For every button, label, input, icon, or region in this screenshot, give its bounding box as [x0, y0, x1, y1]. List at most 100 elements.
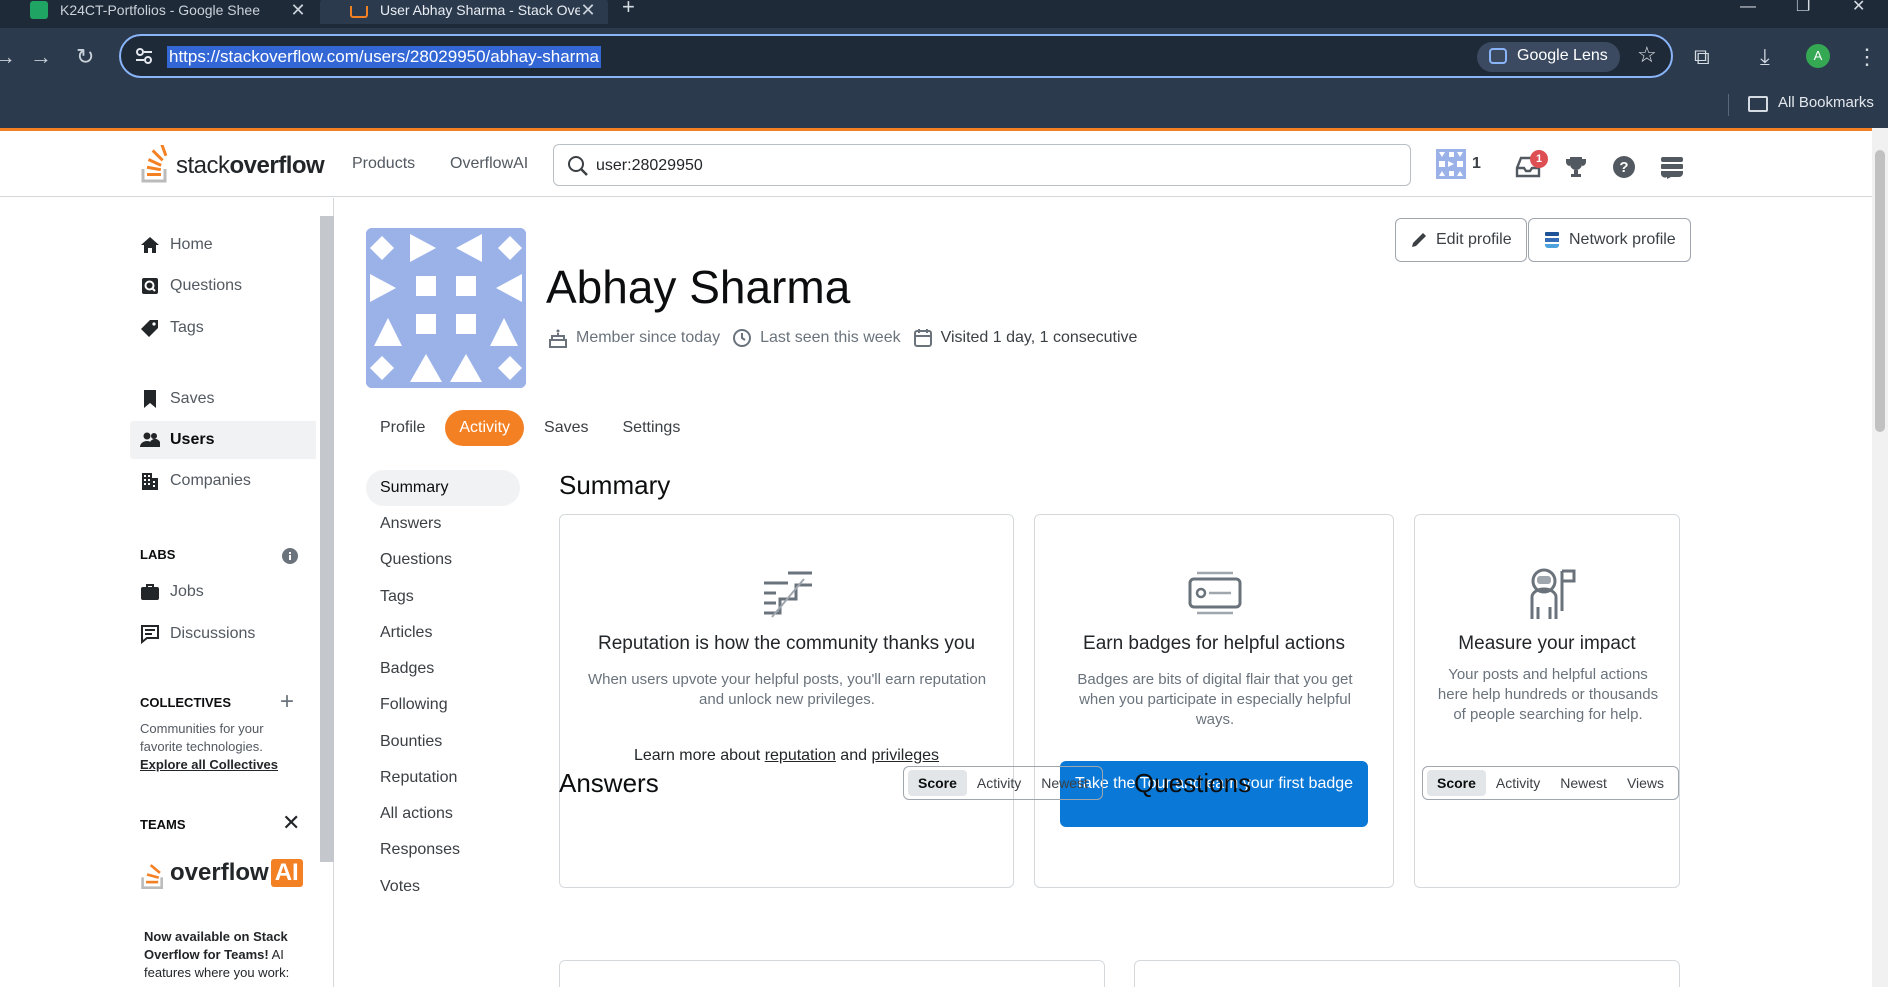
address-bar[interactable]: https://stackoverflow.com/users/28029950…: [119, 34, 1673, 78]
tag-icon: [141, 320, 158, 337]
reputation-count: 1: [1472, 155, 1481, 172]
reputation-card: Reputation is how the community thanks y…: [559, 514, 1014, 888]
all-bookmarks-link[interactable]: All Bookmarks: [1778, 94, 1874, 111]
tab-saves[interactable]: Saves: [530, 410, 602, 446]
sidebar-item-home[interactable]: Home: [130, 226, 316, 264]
stackoverflow-logo-icon: [141, 864, 163, 890]
sidebar-item-discussions[interactable]: Discussions: [130, 615, 316, 653]
answers-sort-score[interactable]: Score: [908, 770, 967, 796]
subnav-summary[interactable]: Summary: [366, 470, 520, 506]
subnav-answers[interactable]: Answers: [366, 506, 520, 542]
user-avatar-icon[interactable]: [1436, 149, 1466, 179]
browser-profile-avatar[interactable]: A: [1806, 44, 1830, 68]
stackoverflow-logo[interactable]: stackoverflow: [140, 145, 325, 183]
profile-tabs: Profile Activity Saves Settings: [366, 410, 700, 446]
back-arrow-icon[interactable]: →: [0, 44, 16, 70]
sidebar-item-questions[interactable]: Questions: [130, 267, 316, 305]
close-tab-icon[interactable]: ✕: [290, 0, 306, 21]
answers-sort-newest[interactable]: Newest: [1031, 770, 1098, 796]
nav-overflowai[interactable]: OverflowAI: [450, 155, 528, 173]
menu-kebab-icon[interactable]: ⋮: [1856, 44, 1878, 70]
questions-sort-score[interactable]: Score: [1427, 770, 1486, 796]
nav-products[interactable]: Products: [352, 155, 415, 173]
page-scrollbar[interactable]: [1872, 128, 1888, 987]
tab-activity[interactable]: Activity: [445, 410, 525, 446]
subnav-questions[interactable]: Questions: [366, 542, 520, 578]
sidebar-item-users[interactable]: Users: [130, 421, 316, 459]
tab-settings[interactable]: Settings: [609, 410, 695, 446]
close-teams-icon[interactable]: ✕: [282, 810, 300, 836]
impact-card-body: Your posts and helpful actions here help…: [1437, 666, 1659, 723]
logo-text: stackoverflow: [176, 152, 325, 179]
help-icon[interactable]: ?: [1612, 155, 1636, 179]
subnav-following[interactable]: Following: [366, 687, 520, 723]
collectives-note: Communities for your favorite technologi…: [140, 721, 279, 772]
download-icon[interactable]: ⤓: [1760, 44, 1770, 70]
subnav-reputation[interactable]: Reputation: [366, 760, 520, 796]
subnav-votes[interactable]: Votes: [366, 869, 520, 905]
browser-tab-stackoverflow[interactable]: User Abhay Sharma - Stack Ove ✕: [320, 0, 608, 24]
sidebar-scrollbar[interactable]: [316, 198, 334, 987]
badges-card-title: Earn badges for helpful actions: [1083, 633, 1345, 654]
questions-sort-activity[interactable]: Activity: [1486, 770, 1550, 796]
sidebar-scroll-thumb[interactable]: [320, 216, 334, 862]
privileges-link[interactable]: privileges: [871, 747, 939, 764]
subnav-tags[interactable]: Tags: [366, 579, 520, 615]
forward-arrow-icon[interactable]: →: [30, 44, 52, 70]
browser-tab-sheets[interactable]: K24CT-Portfolios - Google Shee ✕: [0, 0, 318, 24]
sidebar-item-tags[interactable]: Tags: [130, 309, 316, 347]
bookmark-icon: [144, 390, 156, 408]
pencil-icon: [1412, 233, 1426, 247]
subnav-badges[interactable]: Badges: [366, 651, 520, 687]
sidebar-item-jobs[interactable]: Jobs: [130, 573, 316, 611]
badges-card: Earn badges for helpful actions Badges a…: [1034, 514, 1394, 888]
site-settings-icon[interactable]: [135, 47, 153, 65]
reload-icon[interactable]: ↻: [76, 44, 94, 70]
chat-icon: [141, 625, 159, 644]
folder-icon: [1748, 96, 1768, 112]
new-tab-plus-icon[interactable]: +: [622, 0, 635, 22]
extensions-icon[interactable]: ⧉: [1694, 44, 1710, 70]
url-text[interactable]: https://stackoverflow.com/users/28029950…: [167, 46, 601, 68]
tab-title: K24CT-Portfolios - Google Shee: [60, 2, 260, 18]
restore-icon[interactable]: ❐: [1796, 0, 1810, 28]
trophy-icon[interactable]: [1564, 155, 1588, 179]
subnav-articles[interactable]: Articles: [366, 615, 520, 651]
subnav-bounties[interactable]: Bounties: [366, 724, 520, 760]
last-seen: Last seen this week: [732, 328, 901, 348]
reputation-learn-more: Learn more about reputation and privileg…: [633, 747, 940, 764]
bookmarks-divider: [1728, 94, 1729, 116]
site-switcher-icon[interactable]: [1660, 155, 1684, 179]
add-collective-plus-icon[interactable]: +: [280, 688, 294, 716]
browser-tab-bar: K24CT-Portfolios - Google Shee ✕ User Ab…: [0, 0, 1888, 28]
collectives-heading: COLLECTIVES: [140, 695, 232, 710]
info-icon[interactable]: [282, 548, 298, 564]
bookmark-star-icon[interactable]: ☆: [1637, 42, 1657, 68]
clock-icon: [733, 329, 752, 347]
google-lens-button[interactable]: Google Lens: [1477, 42, 1620, 72]
questions-sort-newest[interactable]: Newest: [1550, 770, 1617, 796]
close-tab-icon[interactable]: ✕: [580, 0, 596, 21]
summary-title: Summary: [559, 470, 671, 500]
sidebar-item-companies[interactable]: Companies: [130, 462, 316, 500]
subnav-responses[interactable]: Responses: [366, 832, 520, 868]
reputation-link[interactable]: reputation: [765, 747, 836, 764]
stackoverflow-favicon-icon: [350, 6, 368, 18]
network-profile-button[interactable]: Network profile: [1528, 218, 1691, 262]
svg-text:?: ?: [1619, 159, 1628, 176]
edit-profile-button[interactable]: Edit profile: [1395, 218, 1527, 262]
overflowai-logo: overflow AI: [140, 856, 303, 890]
badge-card-icon: [1188, 571, 1242, 615]
sidebar-item-saves[interactable]: Saves: [130, 380, 316, 418]
page-scroll-thumb[interactable]: [1875, 150, 1885, 432]
explore-collectives-link[interactable]: Explore all Collectives: [140, 757, 278, 772]
search-input[interactable]: user:28029950: [553, 144, 1411, 186]
minimize-icon[interactable]: —: [1740, 0, 1756, 28]
tab-profile[interactable]: Profile: [366, 410, 439, 446]
astronaut-icon: [1530, 568, 1576, 619]
answers-sort-activity[interactable]: Activity: [967, 770, 1031, 796]
questions-sort-views[interactable]: Views: [1617, 770, 1674, 796]
stackoverflow-logo-icon: [141, 145, 168, 183]
subnav-all-actions[interactable]: All actions: [366, 796, 520, 832]
window-close-icon[interactable]: ✕: [1852, 0, 1865, 28]
